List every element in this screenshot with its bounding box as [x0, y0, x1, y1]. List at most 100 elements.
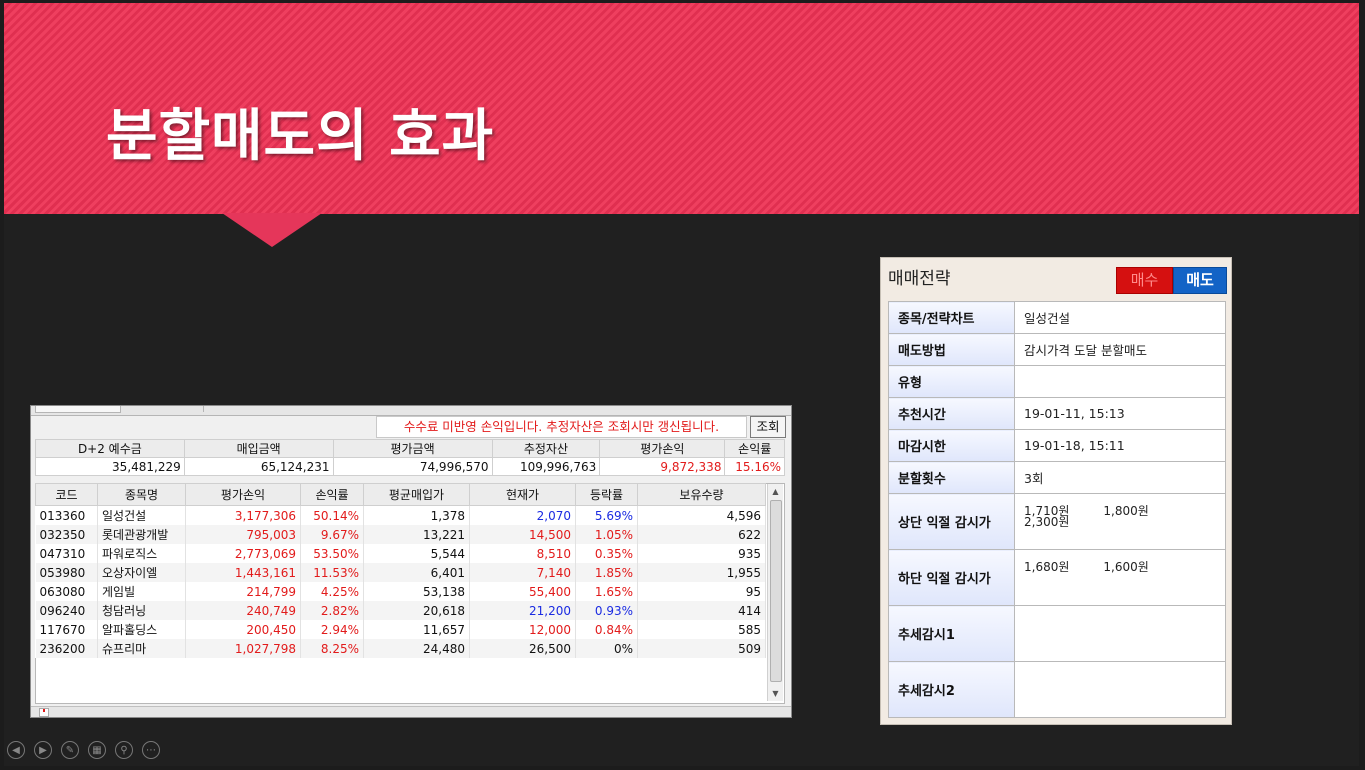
strategy-value — [1014, 661, 1226, 718]
strategy-key: 추세감시2 — [888, 661, 1015, 718]
summary-value: 15.16% — [724, 457, 785, 476]
column-header[interactable]: 등락률 — [575, 483, 638, 506]
scroll-thumb[interactable] — [770, 500, 782, 682]
table-row[interactable]: 013360 일성건설 3,177,306 50.14% 1,378 2,070 5.69%… — [35, 505, 766, 525]
strategy-row: 하단 익절 감시가 1,680원 1,600원 — [888, 549, 1226, 606]
watch-price: 1,680원 — [1024, 560, 1070, 574]
table-cell: 047310 — [35, 544, 98, 563]
table-cell: 26,500 — [469, 639, 576, 658]
pen-icon[interactable]: ✎ — [61, 741, 79, 759]
query-button[interactable]: 조회 — [750, 416, 786, 438]
strategy-key: 분할횟수 — [888, 461, 1015, 494]
table-cell: 50.14% — [300, 505, 364, 525]
table-cell: 알파홀딩스 — [97, 620, 186, 639]
table-row[interactable]: 032350 롯데관광개발 795,003 9.67% 13,221 14,500 1.05… — [35, 525, 766, 544]
table-cell: 622 — [637, 525, 766, 544]
zoom-icon[interactable]: ⚲ — [115, 741, 133, 759]
table-cell: 55,400 — [469, 582, 576, 601]
table-cell: 12,000 — [469, 620, 576, 639]
table-cell: 0% — [575, 639, 638, 658]
holdings-window: 수수료 미반영 손익입니다. 추정자산은 조회시만 갱신됩니다. 조회 D+2 … — [30, 405, 792, 718]
strategy-value — [1014, 605, 1226, 662]
table-cell: 013360 — [35, 505, 98, 525]
next-icon[interactable]: ▶ — [34, 741, 52, 759]
table-row[interactable]: 236200 슈프리마 1,027,798 8.25% 24,480 26,500 0% 50… — [35, 639, 766, 658]
window-tab[interactable] — [35, 406, 121, 413]
more-icon[interactable]: ⋯ — [142, 741, 160, 759]
scroll-down-icon[interactable]: ▼ — [768, 686, 783, 701]
table-cell: 20,618 — [363, 601, 470, 620]
table-cell: 9.67% — [300, 525, 364, 544]
lower-watch-prices: 1,680원 1,600원 — [1024, 560, 1149, 574]
scroll-up-icon[interactable]: ▲ — [768, 484, 783, 499]
table-cell: 117670 — [35, 620, 98, 639]
table-row[interactable]: 063080 게임빌 214,799 4.25% 53,138 55,400 1.65% 95 — [35, 582, 766, 601]
table-cell: 0.35% — [575, 544, 638, 563]
strategy-row: 유형 — [888, 365, 1226, 398]
table-cell: 95 — [637, 582, 766, 601]
table-cell: 1.65% — [575, 582, 638, 601]
summary-value-row: 35,481,229 65,124,231 74,996,570 109,996… — [35, 457, 785, 476]
table-cell: 게임빌 — [97, 582, 186, 601]
strategy-row: 매도방법 감시가격 도달 분할매도 — [888, 333, 1226, 366]
strategy-value: 1,680원 1,600원 — [1014, 549, 1226, 606]
table-cell: 032350 — [35, 525, 98, 544]
summary-value: 35,481,229 — [35, 457, 185, 476]
buy-button[interactable]: 매수 — [1116, 267, 1173, 294]
table-cell: 1,443,161 — [185, 563, 301, 582]
table-cell: 5,544 — [363, 544, 470, 563]
summary-header: D+2 예수금 — [35, 439, 185, 458]
table-cell: 일성건설 — [97, 505, 186, 525]
table-cell: 096240 — [35, 601, 98, 620]
table-row[interactable]: 047310 파워로직스 2,773,069 53.50% 5,544 8,510 0.35… — [35, 544, 766, 563]
slides-icon[interactable]: ▦ — [88, 741, 106, 759]
column-header[interactable]: 손익률 — [300, 483, 364, 506]
banner-notch — [222, 213, 322, 247]
table-cell: 파워로직스 — [97, 544, 186, 563]
strategy-panel: 매매전략 매수 매도 종목/전략차트 일성건설 매도방법 감시가격 도달 분할매… — [880, 257, 1232, 725]
column-header[interactable]: 보유수량 — [637, 483, 766, 506]
table-cell: 11.53% — [300, 563, 364, 582]
column-header[interactable]: 현재가 — [469, 483, 576, 506]
table-cell: 5.69% — [575, 505, 638, 525]
table-cell: 509 — [637, 639, 766, 658]
summary-header: 평가손익 — [599, 439, 726, 458]
table-cell: 6,401 — [363, 563, 470, 582]
table-cell: 4.25% — [300, 582, 364, 601]
column-header[interactable]: 코드 — [35, 483, 98, 506]
table-cell: 1.85% — [575, 563, 638, 582]
table-cell: 2.82% — [300, 601, 364, 620]
column-header[interactable]: 종목명 — [97, 483, 186, 506]
strategy-row: 분할횟수 3회 — [888, 461, 1226, 494]
table-cell: 슈프리마 — [97, 639, 186, 658]
table-cell: 063080 — [35, 582, 98, 601]
table-cell: 1,378 — [363, 505, 470, 525]
table-cell: 0.93% — [575, 601, 638, 620]
strategy-key: 추세감시1 — [888, 605, 1015, 662]
table-cell: 8,510 — [469, 544, 576, 563]
strategy-row: 추천시간 19-01-11, 15:13 — [888, 397, 1226, 430]
table-cell: 13,221 — [363, 525, 470, 544]
summary-header: 추정자산 — [491, 439, 601, 458]
summary-header: 평가금액 — [332, 439, 493, 458]
strategy-row: 추세감시2 — [888, 661, 1226, 718]
column-header[interactable]: 평균매입가 — [363, 483, 470, 506]
table-cell: 795,003 — [185, 525, 301, 544]
strategy-key: 종목/전략차트 — [888, 301, 1015, 334]
table-row[interactable]: 117670 알파홀딩스 200,450 2.94% 11,657 12,000 0.84%… — [35, 620, 766, 639]
table-row[interactable]: 096240 청담러닝 240,749 2.82% 20,618 21,200 0.93% 4… — [35, 601, 766, 620]
strategy-value[interactable]: 일성건설 — [1014, 301, 1226, 334]
vertical-scrollbar[interactable]: ▲ ▼ — [767, 484, 783, 701]
column-header[interactable]: 평가손익 — [185, 483, 301, 506]
sell-button[interactable]: 매도 — [1173, 267, 1227, 294]
strategy-row: 상단 익절 감시가 1,710원 1,800원 2,300원 — [888, 493, 1226, 550]
table-cell: 1,955 — [637, 563, 766, 582]
table-row[interactable]: 053980 오상자이엘 1,443,161 11.53% 6,401 7,140 1.85… — [35, 563, 766, 582]
summary-table: D+2 예수금 매입금액 평가금액 추정자산 평가손익 손익률 35,481,2… — [35, 439, 785, 476]
table-cell: 53,138 — [363, 582, 470, 601]
table-cell: 935 — [637, 544, 766, 563]
table-cell: 14,500 — [469, 525, 576, 544]
watch-price: 2,300원 — [1024, 515, 1070, 529]
window-tab-bar — [31, 406, 791, 416]
prev-icon[interactable]: ◀ — [7, 741, 25, 759]
